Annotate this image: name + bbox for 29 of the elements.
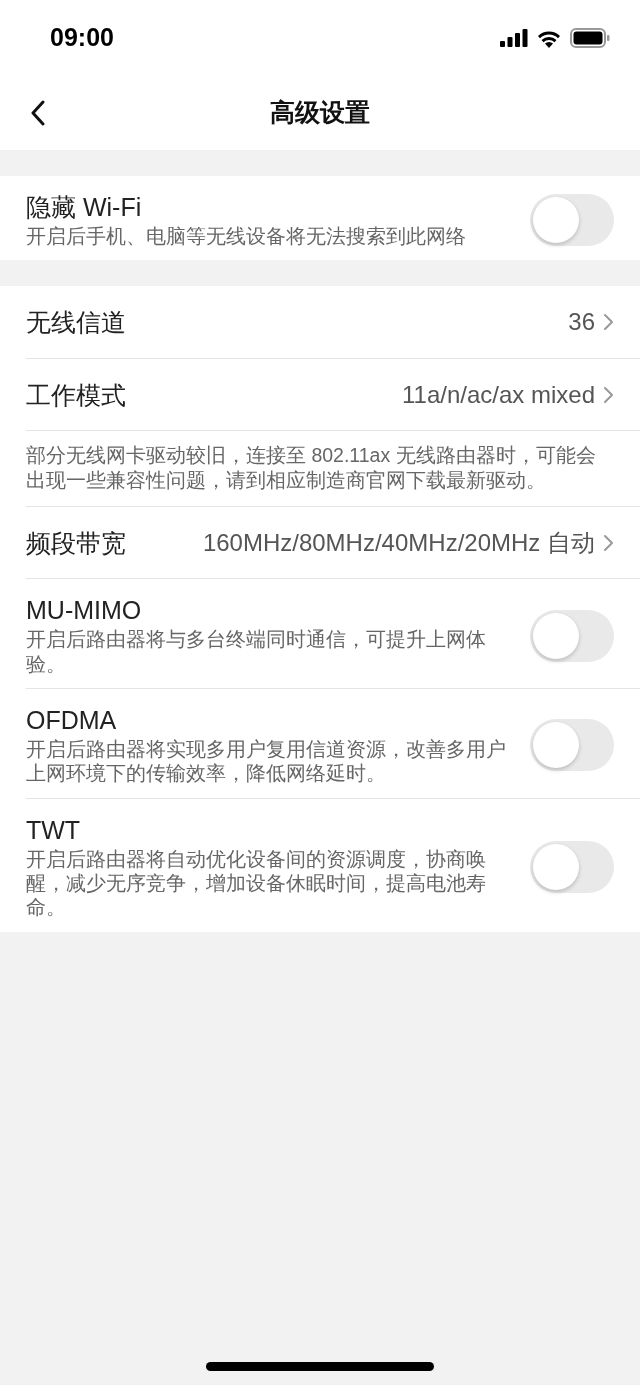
chevron-icon <box>603 313 614 332</box>
row-title: 无线信道 <box>26 307 126 338</box>
toggle-switch[interactable] <box>530 609 614 662</box>
row-title: 工作模式 <box>26 379 126 410</box>
row-title: TWT <box>26 814 82 845</box>
row-description: 开启后手机、电脑等无线设备将无法搜索到此网络 <box>26 224 466 249</box>
settings-row[interactable]: 无线信道 36 <box>26 286 640 359</box>
toggle-switch[interactable] <box>530 194 614 247</box>
signal-icon <box>500 29 528 47</box>
settings-row[interactable]: 工作模式 11a/n/ac/ax mixed <box>26 358 640 431</box>
row-description: 开启后路由器将实现多用户复用信道资源，改善多用户上网环境下的传输效率，降低网络延时。 <box>26 736 507 786</box>
row-value: 11a/n/ac/ax mixed <box>402 379 595 410</box>
note-text: 部分无线网卡驱动较旧，连接至 802.11ax 无线路由器时，可能会出现一些兼容性问题，请到相应制造商官网下载最新驱动。 <box>26 443 597 493</box>
row-title: 频段带宽 <box>26 527 126 558</box>
row-description: 开启后路由器将自动优化设备间的资源调度，协商唤醒，减少无序竞争，增加设备休眠时间，提高电池寿命。 <box>26 846 487 920</box>
row-value: 36 <box>568 307 595 338</box>
row-title: MU-MIMO <box>26 595 143 626</box>
row-title: OFDMA <box>26 704 118 735</box>
chevron-icon <box>603 533 614 552</box>
toggle-switch[interactable] <box>530 719 614 772</box>
page-title: 高级设置 <box>270 97 370 129</box>
settings-row[interactable]: 频段带宽 160MHz/80MHz/40MHz/20MHz 自动 <box>26 506 640 579</box>
status-time: 09:00 <box>50 22 114 54</box>
row-title: 隐藏 Wi-Fi <box>26 192 143 222</box>
toggle-switch[interactable] <box>530 841 614 894</box>
chevron-icon <box>603 385 614 404</box>
row-value: 160MHz/80MHz/40MHz/20MHz 自动 <box>202 527 595 558</box>
row-description: 开启后路由器将与多台终端同时通信，可提升上网体验。 <box>26 627 487 676</box>
battery-icon <box>570 28 610 48</box>
